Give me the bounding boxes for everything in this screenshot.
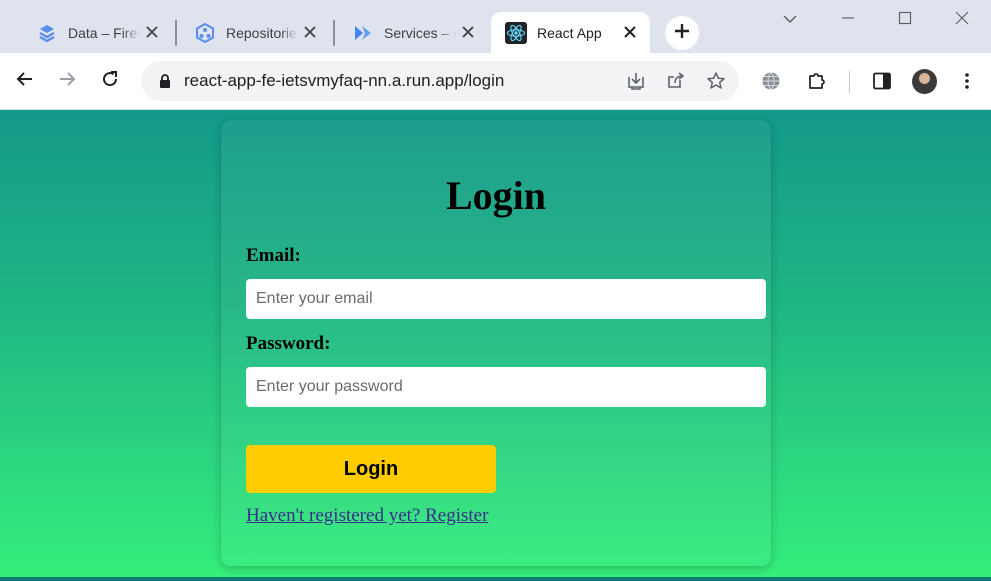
tab-firebase[interactable]: Data – Firebase: [22, 12, 172, 53]
profile-avatar[interactable]: [912, 69, 937, 94]
forward-button[interactable]: [55, 69, 79, 93]
email-field[interactable]: [246, 279, 766, 319]
new-tab-button[interactable]: [665, 16, 699, 50]
tab-repositories[interactable]: Repositories: [180, 12, 330, 53]
tab-strip: Data – Firebase Repositories Services – …: [0, 0, 991, 53]
menu-kebab-icon[interactable]: [955, 69, 979, 93]
lock-icon[interactable]: [153, 69, 177, 93]
install-app-icon[interactable]: [624, 69, 648, 93]
minimize-button[interactable]: [836, 8, 860, 32]
tab-title: Services – Cloud Run: [384, 24, 456, 41]
arrow-right-icon: [58, 70, 76, 93]
reload-icon: [101, 70, 119, 93]
tab-title: Data – Firebase: [68, 24, 140, 41]
toolbar-divider: [849, 71, 850, 93]
page-title: Login: [445, 173, 547, 218]
extension-globe-icon[interactable]: [759, 69, 783, 93]
close-icon: [955, 11, 969, 30]
plus-icon: [674, 23, 690, 44]
close-tab-icon[interactable]: [302, 24, 318, 40]
extensions-puzzle-icon[interactable]: [805, 69, 829, 93]
browser-toolbar: react-app-fe-ietsvmyfaq-nn.a.run.app/log…: [0, 53, 991, 110]
address-bar[interactable]: react-app-fe-ietsvmyfaq-nn.a.run.app/log…: [141, 61, 739, 101]
password-label: Password:: [246, 333, 331, 354]
close-window-button[interactable]: [950, 8, 974, 32]
tab-react-app[interactable]: React App: [491, 12, 650, 53]
back-button[interactable]: [13, 69, 37, 93]
login-card: Login Email: Password: Login Haven't reg…: [221, 120, 771, 566]
tab-separator: [175, 20, 177, 46]
page-content: Login Email: Password: Login Haven't reg…: [0, 110, 991, 581]
tab-title: React App: [537, 24, 602, 41]
share-icon[interactable]: [664, 69, 688, 93]
artifact-registry-icon: [194, 22, 216, 44]
tab-title: Repositories: [226, 24, 298, 41]
register-link[interactable]: Haven't registered yet? Register: [246, 505, 488, 527]
close-tab-icon[interactable]: [144, 24, 160, 40]
minimize-icon: [841, 11, 855, 30]
tab-separator: [333, 20, 335, 46]
cloud-run-icon: [352, 22, 374, 44]
url-text[interactable]: react-app-fe-ietsvmyfaq-nn.a.run.app/log…: [184, 71, 504, 91]
chevron-down-icon: [783, 11, 797, 29]
react-icon: [505, 21, 527, 44]
maximize-icon: [898, 11, 912, 30]
login-button[interactable]: Login: [246, 445, 496, 493]
bookmark-star-icon[interactable]: [704, 69, 728, 93]
email-label: Email:: [246, 245, 301, 266]
password-field[interactable]: [246, 367, 766, 407]
close-tab-icon[interactable]: [460, 24, 476, 40]
tab-cloud-run[interactable]: Services – Cloud Run: [338, 12, 488, 53]
side-panel-icon[interactable]: [870, 69, 894, 93]
reload-button[interactable]: [98, 69, 122, 93]
close-tab-icon[interactable]: [622, 24, 638, 40]
maximize-button[interactable]: [893, 8, 917, 32]
tab-search-button[interactable]: [778, 8, 802, 32]
firebase-icon: [36, 22, 58, 44]
arrow-left-icon: [16, 70, 34, 93]
